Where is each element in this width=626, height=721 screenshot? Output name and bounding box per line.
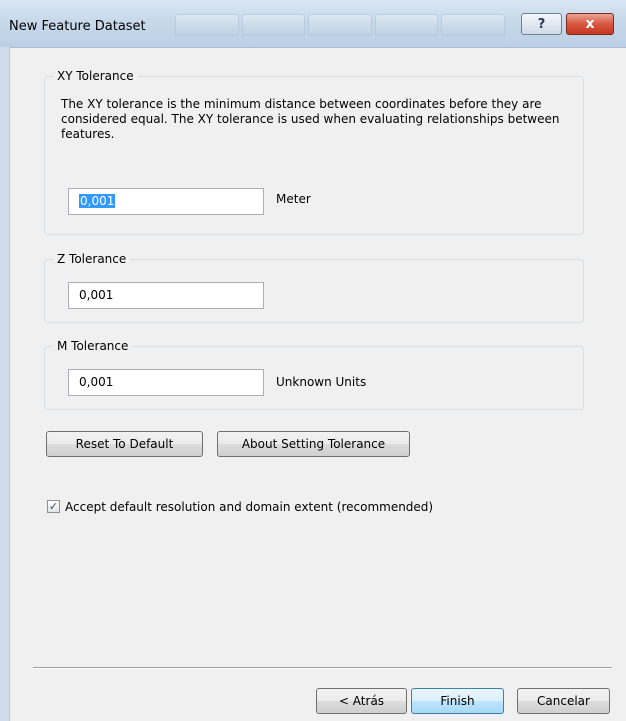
cancel-label: Cancelar: [537, 694, 590, 708]
reset-to-default-label: Reset To Default: [75, 437, 174, 451]
finish-button[interactable]: Finish: [411, 688, 504, 714]
title-bar: New Feature Dataset ? x: [0, 0, 626, 48]
m-unit-label: Unknown Units: [276, 375, 367, 389]
close-icon: x: [585, 16, 595, 32]
back-button[interactable]: < Atrás: [316, 688, 407, 714]
xy-tolerance-input[interactable]: 0,001: [68, 188, 264, 215]
background-tabs: [175, 14, 505, 36]
xy-tolerance-description: The XY tolerance is the minimum distance…: [61, 97, 560, 141]
z-tolerance-input[interactable]: 0,001: [68, 282, 264, 309]
m-tolerance-value: 0,001: [79, 375, 114, 389]
m-tolerance-input[interactable]: 0,001: [68, 369, 264, 396]
close-button[interactable]: x: [566, 13, 614, 35]
window-title: New Feature Dataset: [9, 19, 146, 34]
xy-tolerance-title: XY Tolerance: [53, 69, 138, 83]
z-tolerance-title: Z Tolerance: [53, 252, 131, 266]
m-tolerance-title: M Tolerance: [53, 339, 133, 353]
accept-default-checkbox[interactable]: ✓: [47, 500, 60, 513]
cancel-button[interactable]: Cancelar: [517, 688, 610, 714]
accept-default-label[interactable]: Accept default resolution and domain ext…: [65, 500, 433, 514]
back-label: < Atrás: [338, 694, 385, 708]
finish-label: Finish: [440, 694, 475, 708]
help-button[interactable]: ?: [521, 13, 562, 35]
about-setting-tolerance-button[interactable]: About Setting Tolerance: [217, 431, 410, 457]
reset-to-default-button[interactable]: Reset To Default: [46, 431, 203, 457]
z-tolerance-group: Z Tolerance 0,001: [44, 252, 584, 323]
footer-divider: [33, 667, 612, 669]
z-tolerance-value: 0,001: [79, 288, 114, 302]
help-icon: ?: [537, 16, 546, 32]
xy-tolerance-value: 0,001: [79, 194, 116, 208]
xy-tolerance-group: XY Tolerance The XY tolerance is the min…: [44, 69, 584, 235]
m-tolerance-group: M Tolerance 0,001 Unknown Units: [44, 339, 584, 410]
checkmark-icon: ✓: [48, 500, 59, 513]
xy-unit-label: Meter: [276, 192, 311, 206]
window-left-border: [0, 47, 10, 721]
about-setting-tolerance-label: About Setting Tolerance: [241, 437, 386, 451]
